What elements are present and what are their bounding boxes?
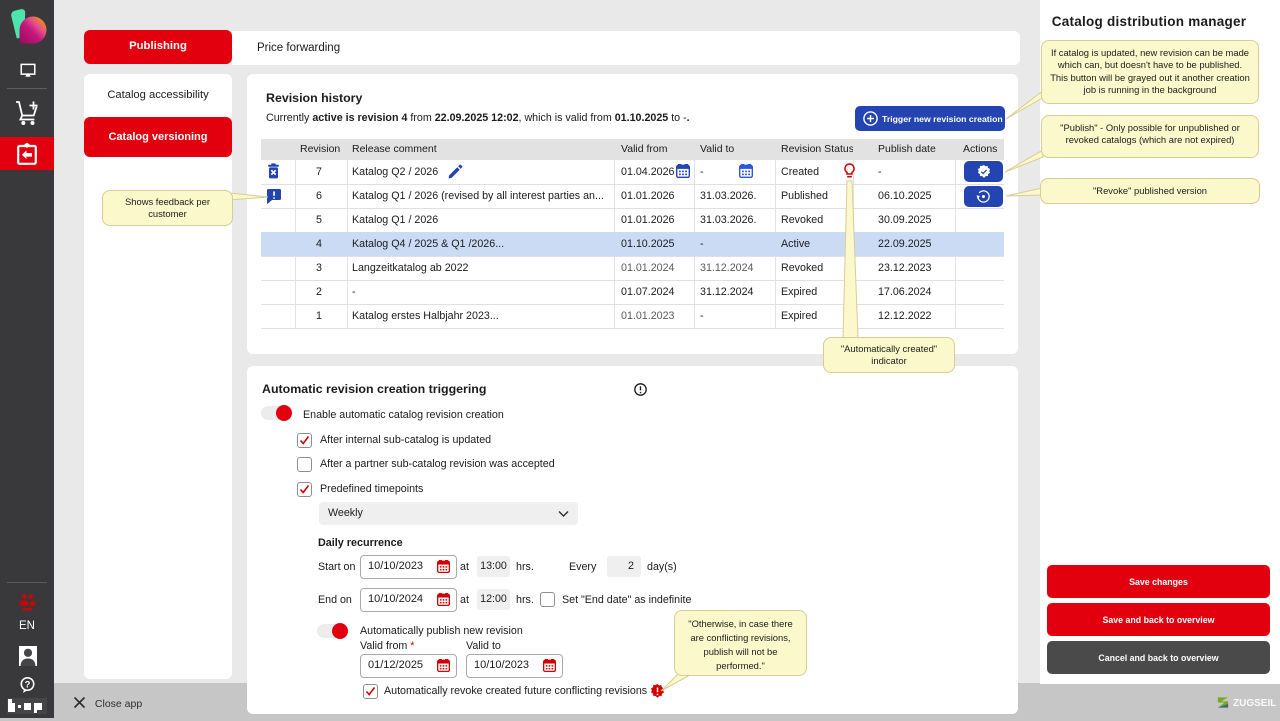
svg-text:?: ? [25, 679, 31, 690]
